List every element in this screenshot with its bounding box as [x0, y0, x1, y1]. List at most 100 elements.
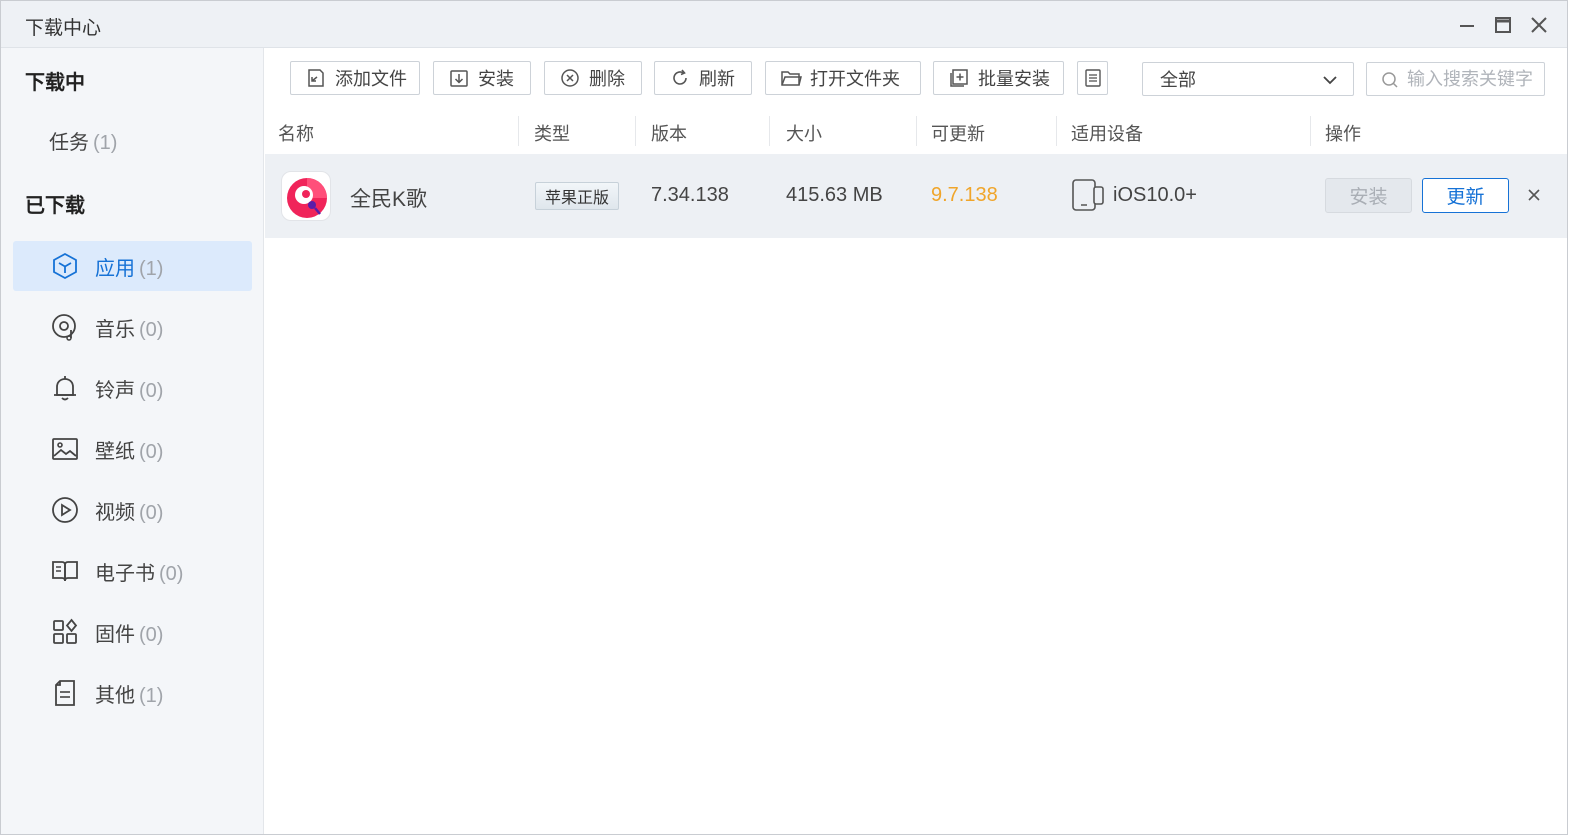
batch-install-label: 批量安装: [978, 69, 1050, 89]
bell-icon: [51, 374, 79, 402]
column-divider: [1310, 116, 1311, 146]
refresh-button[interactable]: 刷新: [654, 61, 752, 95]
add-file-icon: [305, 67, 327, 89]
column-header-device: 适用设备: [1071, 124, 1143, 144]
grid-icon: [51, 618, 79, 646]
picture-icon: [51, 435, 79, 463]
device-cell: iOS10.0+: [1071, 179, 1197, 211]
sidebar-item-label: 视频: [95, 502, 135, 524]
chevron-down-icon: [1321, 71, 1339, 94]
music-disc-icon: [51, 313, 79, 341]
sidebar-item-other[interactable]: 其他 (1): [13, 668, 252, 718]
close-button[interactable]: [1525, 11, 1553, 39]
book-icon: [51, 557, 79, 585]
sidebar-item-label: 固件: [95, 624, 135, 646]
list-view-button[interactable]: [1077, 61, 1108, 95]
type-badge: 苹果正版: [535, 182, 620, 210]
list-icon: [1084, 68, 1102, 88]
search-icon: [1381, 71, 1399, 94]
table-row[interactable]: 全民K歌 苹果正版 7.34.138 415.63 MB 9.7.138 iOS…: [265, 154, 1567, 238]
sidebar-item-count: (0): [139, 380, 164, 402]
sidebar-item-count: (0): [159, 563, 184, 585]
column-divider: [916, 116, 917, 146]
sidebar-item-ringtones[interactable]: 铃声 (0): [13, 363, 252, 413]
app-cube-icon: [51, 252, 79, 280]
add-file-button[interactable]: 添加文件: [290, 61, 420, 95]
column-header-actions: 操作: [1325, 124, 1361, 144]
batch-add-icon: [948, 67, 970, 89]
refresh-icon: [669, 67, 691, 89]
column-divider: [635, 116, 636, 146]
play-circle-icon: [51, 496, 79, 524]
app-name: 全民K歌: [350, 188, 428, 211]
sidebar-item-label: 电子书: [95, 563, 155, 585]
document-icon: [51, 679, 79, 707]
sidebar-item-count: (0): [139, 319, 164, 341]
download-box-icon: [448, 67, 470, 89]
sidebar-item-count: (0): [139, 624, 164, 646]
table-header: 名称 类型 版本 大小 可更新 适用设备 操作: [265, 110, 1567, 153]
column-header-name: 名称: [278, 124, 314, 144]
sidebar-item-videos[interactable]: 视频 (0): [13, 485, 252, 535]
add-file-label: 添加文件: [335, 69, 407, 89]
sidebar-item-count: (1): [93, 132, 118, 154]
minimize-button[interactable]: [1453, 11, 1481, 39]
sidebar-item-count: (1): [139, 258, 164, 280]
column-divider: [769, 116, 770, 146]
delete-button[interactable]: 删除: [544, 61, 642, 95]
filter-selected-label: 全部: [1160, 70, 1196, 90]
sidebar-item-count: (0): [139, 441, 164, 463]
phone-tablet-icon: [1071, 179, 1105, 211]
delete-circle-icon: [559, 67, 581, 89]
minimize-icon: [1460, 25, 1474, 27]
delete-label: 删除: [589, 69, 625, 89]
sidebar-item-label: 其他: [95, 685, 135, 707]
sidebar: 下载中 任务 (1) 已下载 应用 (1) 音乐 (0) 铃声 (0) 壁纸 (…: [1, 48, 264, 834]
sidebar-item-ebooks[interactable]: 电子书 (0): [13, 546, 252, 596]
device-label: iOS10.0+: [1113, 183, 1197, 206]
sidebar-item-count: (1): [139, 685, 164, 707]
close-icon: [1531, 17, 1547, 33]
row-install-button[interactable]: 安装: [1325, 178, 1412, 213]
toolbar: 添加文件 安装 删除 刷新 打开文件夹 批量安装 全部 输入搜索关键字: [265, 48, 1567, 110]
sidebar-item-firmware[interactable]: 固件 (0): [13, 607, 252, 657]
column-header-type: 类型: [534, 124, 570, 144]
open-folder-button[interactable]: 打开文件夹: [765, 61, 921, 95]
sidebar-item-apps[interactable]: 应用 (1): [13, 241, 252, 291]
title-bar: 下载中心: [1, 1, 1567, 48]
search-input[interactable]: [1407, 67, 1541, 91]
column-header-size: 大小: [786, 124, 822, 144]
sidebar-item-music[interactable]: 音乐 (0): [13, 302, 252, 352]
sidebar-item-label: 壁纸: [95, 441, 135, 463]
app-icon: [281, 171, 331, 221]
update-version-cell: 9.7.138: [931, 184, 998, 206]
version-cell: 7.34.138: [651, 184, 729, 206]
column-header-version: 版本: [651, 124, 687, 144]
download-center-window: 下载中心 下载中 任务 (1) 已下载 应用 (1) 音乐 (0) 铃声 (0)…: [0, 0, 1568, 835]
row-remove-button[interactable]: [1523, 184, 1545, 206]
search-box[interactable]: [1366, 62, 1545, 96]
column-header-update: 可更新: [931, 124, 985, 144]
install-button[interactable]: 安装: [433, 61, 531, 95]
section-downloaded-title: 已下载: [25, 195, 85, 217]
batch-install-button[interactable]: 批量安装: [933, 61, 1064, 95]
section-downloading-title: 下载中: [25, 72, 85, 94]
window-title: 下载中心: [25, 18, 102, 39]
size-cell: 415.63 MB: [786, 184, 883, 206]
sidebar-item-wallpapers[interactable]: 壁纸 (0): [13, 424, 252, 474]
sidebar-item-tasks[interactable]: 任务 (1): [49, 126, 117, 155]
sidebar-item-label: 铃声: [95, 380, 135, 402]
filter-dropdown[interactable]: 全部: [1142, 62, 1354, 96]
sidebar-item-label: 音乐: [95, 319, 135, 341]
sidebar-item-label: 任务: [49, 132, 89, 154]
maximize-button[interactable]: [1489, 11, 1517, 39]
refresh-label: 刷新: [699, 69, 735, 89]
sidebar-item-count: (0): [139, 502, 164, 524]
column-divider: [518, 116, 519, 146]
install-label: 安装: [478, 69, 514, 89]
folder-icon: [780, 67, 802, 89]
maximize-icon: [1495, 17, 1511, 33]
row-update-button[interactable]: 更新: [1422, 178, 1509, 213]
close-icon: [1528, 189, 1540, 201]
sidebar-item-label: 应用: [95, 258, 135, 280]
